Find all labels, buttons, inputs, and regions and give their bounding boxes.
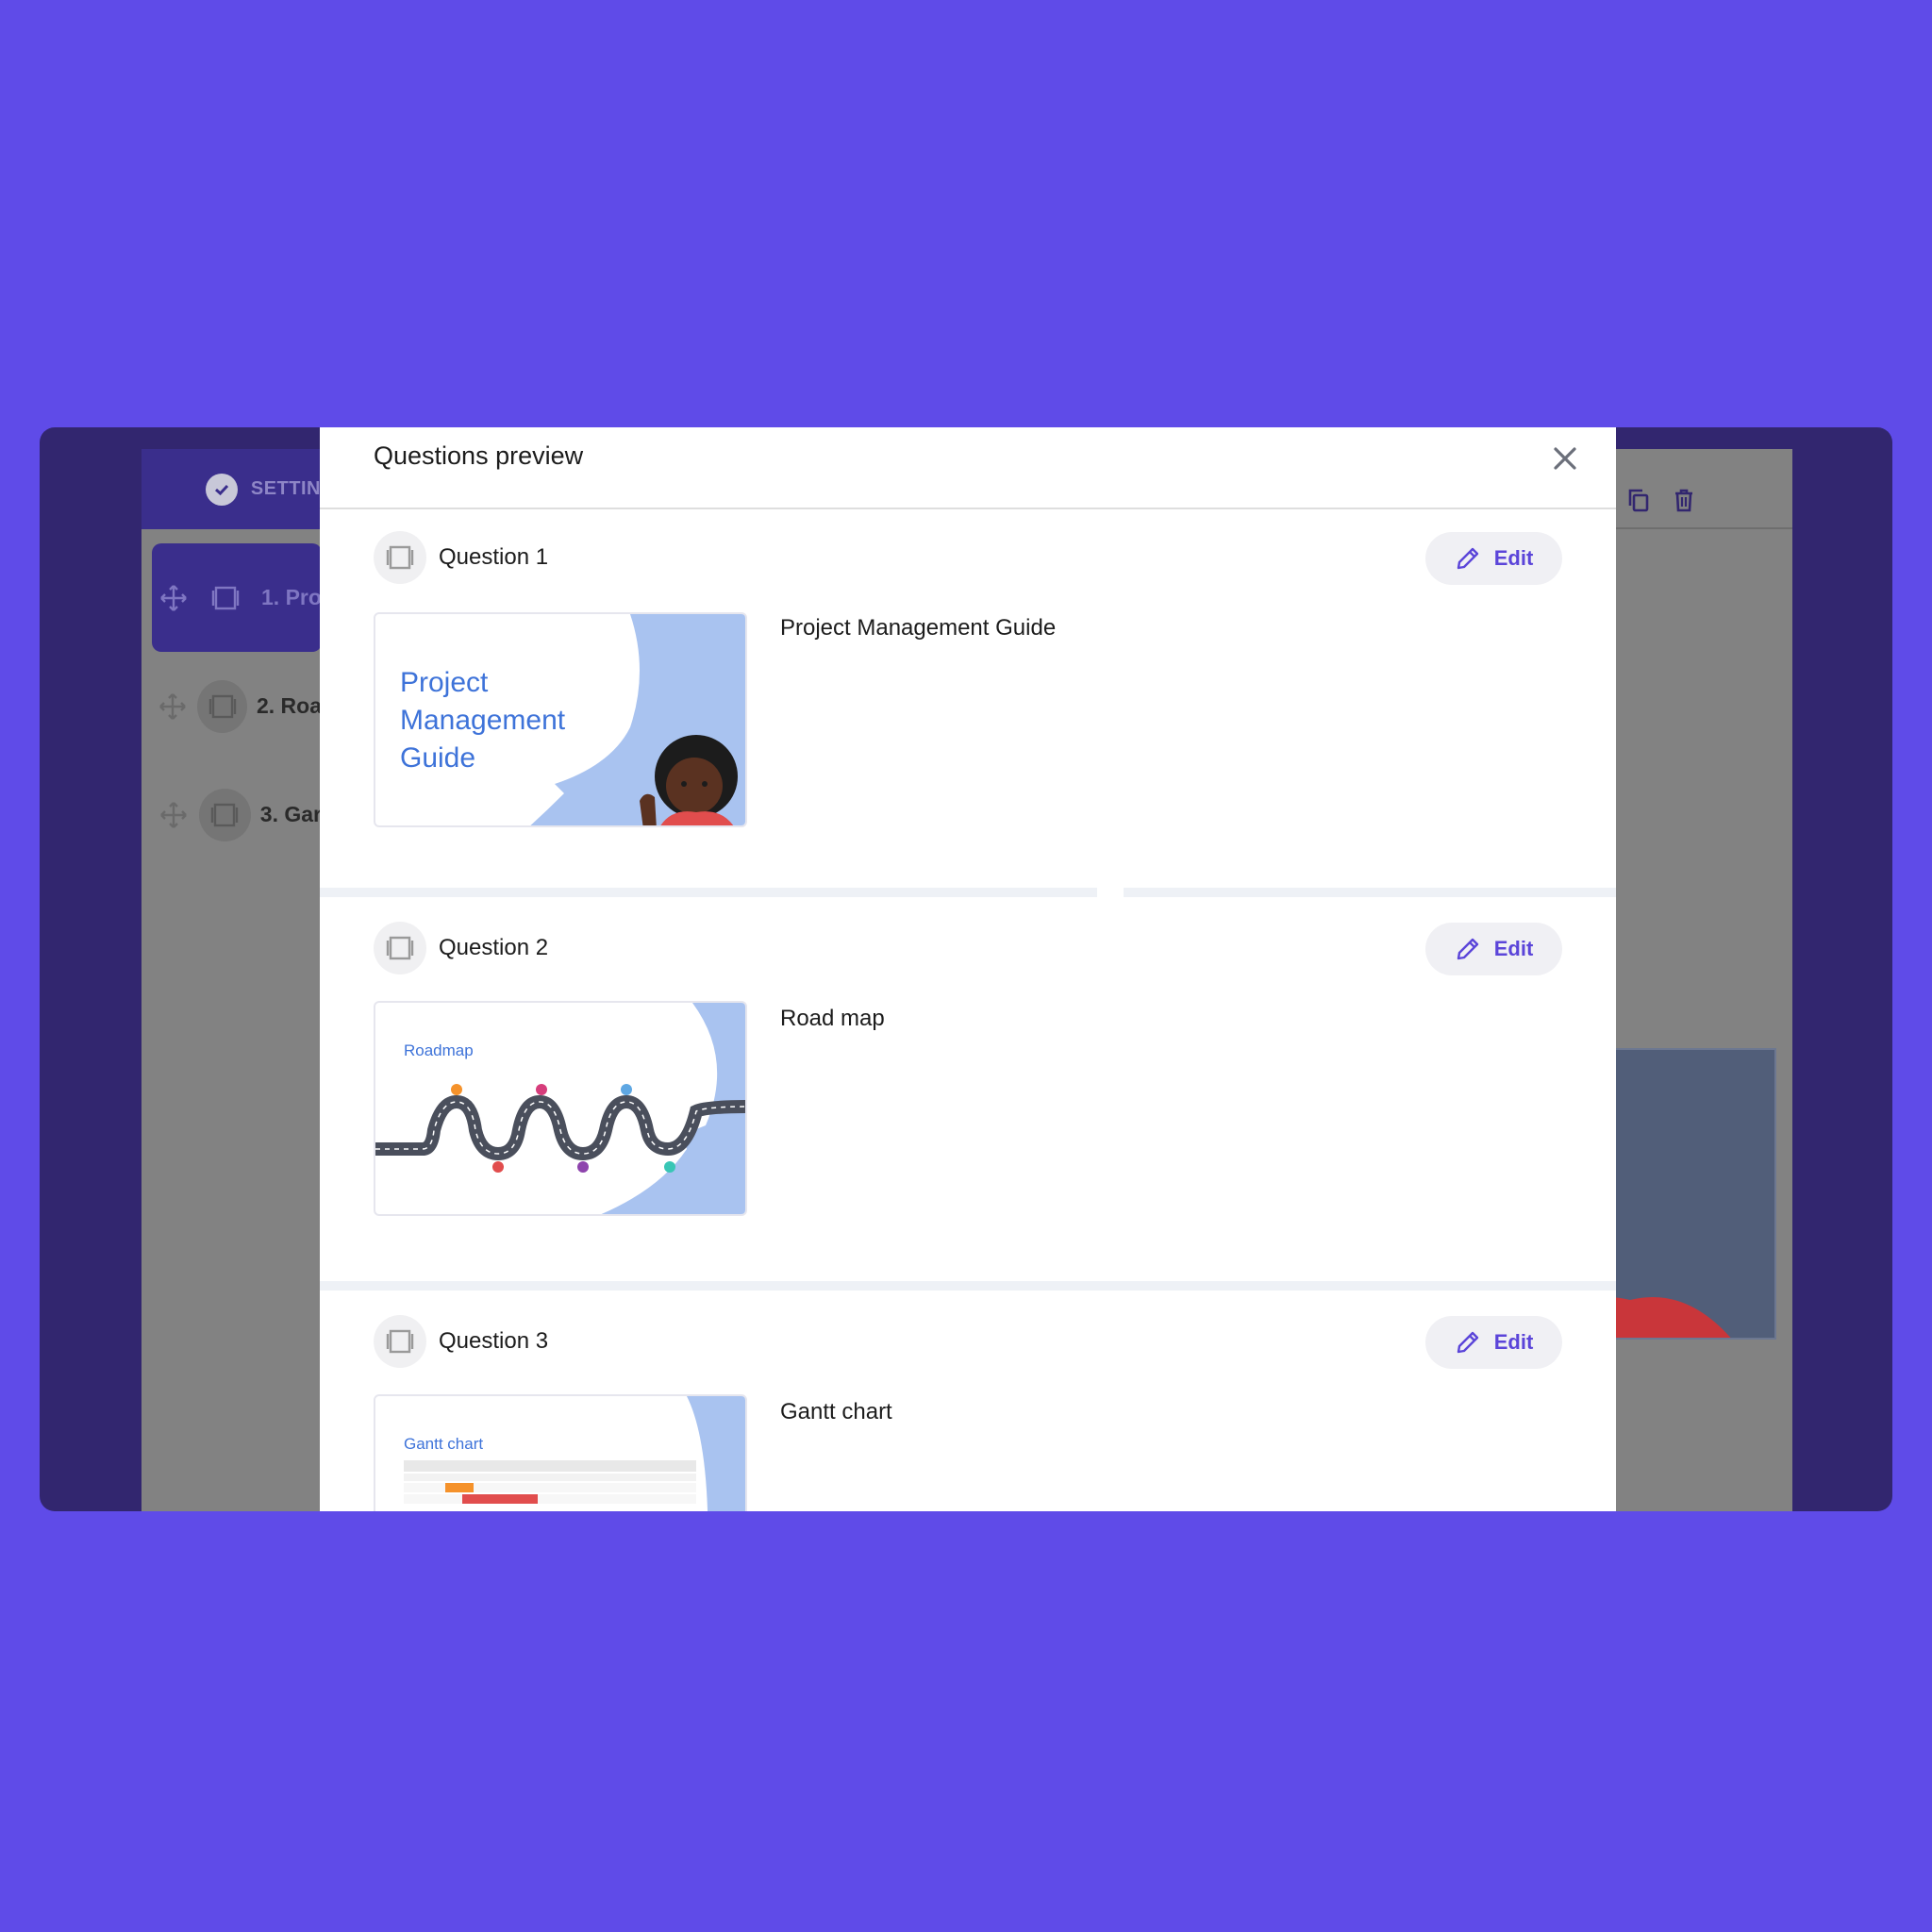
slide-icon	[198, 788, 251, 841]
modal-header: Questions preview	[320, 427, 1616, 509]
question-card-2: Question 2 Edit Roadmap Road map	[320, 897, 1616, 1237]
slide-item-label: 3. Gar	[259, 802, 322, 826]
question-title: Project Management Guide	[780, 615, 1057, 641]
edit-button-label: Edit	[1493, 1330, 1534, 1354]
slide-icon	[374, 922, 426, 974]
edit-button[interactable]: Edit	[1425, 532, 1562, 585]
divider	[320, 888, 1097, 897]
close-icon[interactable]	[1550, 443, 1580, 474]
question-thumbnail: Project Management Guide	[374, 612, 747, 827]
copy-icon[interactable]	[1625, 487, 1652, 513]
slide-item-3[interactable]: 3. Gar	[152, 760, 322, 869]
thumbnail-text: Project	[400, 667, 489, 698]
question-title: Road map	[780, 1006, 885, 1031]
edit-button-label: Edit	[1493, 546, 1534, 570]
thumbnail-text: Gantt chart	[404, 1435, 483, 1453]
close-button[interactable]	[1550, 443, 1580, 474]
slide-item-1[interactable]: 1. Pro	[152, 543, 322, 652]
divider	[320, 1281, 1616, 1291]
question-label: Question 3	[439, 1328, 549, 1354]
edit-button-label: Edit	[1493, 937, 1534, 960]
header-actions	[1625, 487, 1697, 513]
slide-item-label: 1. Pro	[261, 585, 322, 609]
edit-button[interactable]: Edit	[1425, 923, 1562, 975]
trash-icon[interactable]	[1671, 487, 1697, 513]
slide-item-label: 2. Roa	[256, 693, 322, 718]
questions-preview-modal: Questions preview Question 1 Edit Projec…	[320, 427, 1616, 1511]
move-icon[interactable]	[158, 582, 190, 614]
slide-icon	[374, 1315, 426, 1368]
divider	[1124, 888, 1616, 897]
settings-tab[interactable]: SETTIN	[142, 449, 321, 529]
settings-tab-label: SETTIN	[250, 478, 321, 499]
thumbnail-text: Roadmap	[404, 1041, 474, 1059]
edit-button[interactable]: Edit	[1425, 1316, 1562, 1369]
thumbnail-text: Guide	[400, 742, 475, 774]
pencil-icon	[1457, 938, 1478, 960]
move-icon[interactable]	[158, 799, 190, 831]
question-thumbnail: Roadmap	[374, 1001, 747, 1216]
thumbnail-text: Management	[400, 705, 566, 736]
pencil-icon	[1457, 547, 1478, 570]
slide-icon	[374, 531, 426, 584]
question-label: Question 1	[439, 544, 549, 570]
question-label: Question 2	[439, 935, 549, 960]
modal-title: Questions preview	[374, 441, 584, 470]
question-title: Gantt chart	[780, 1399, 892, 1424]
pencil-icon	[1457, 1331, 1478, 1354]
check-icon	[206, 473, 238, 506]
question-card-3: Question 3 Edit Gantt chart Gantt chart	[320, 1291, 1616, 1511]
slide-item-2[interactable]: 2. Roa	[152, 652, 322, 760]
move-icon[interactable]	[158, 691, 188, 723]
slide-icon	[199, 572, 252, 625]
question-thumbnail: Gantt chart	[374, 1394, 747, 1511]
slide-icon	[197, 679, 247, 733]
